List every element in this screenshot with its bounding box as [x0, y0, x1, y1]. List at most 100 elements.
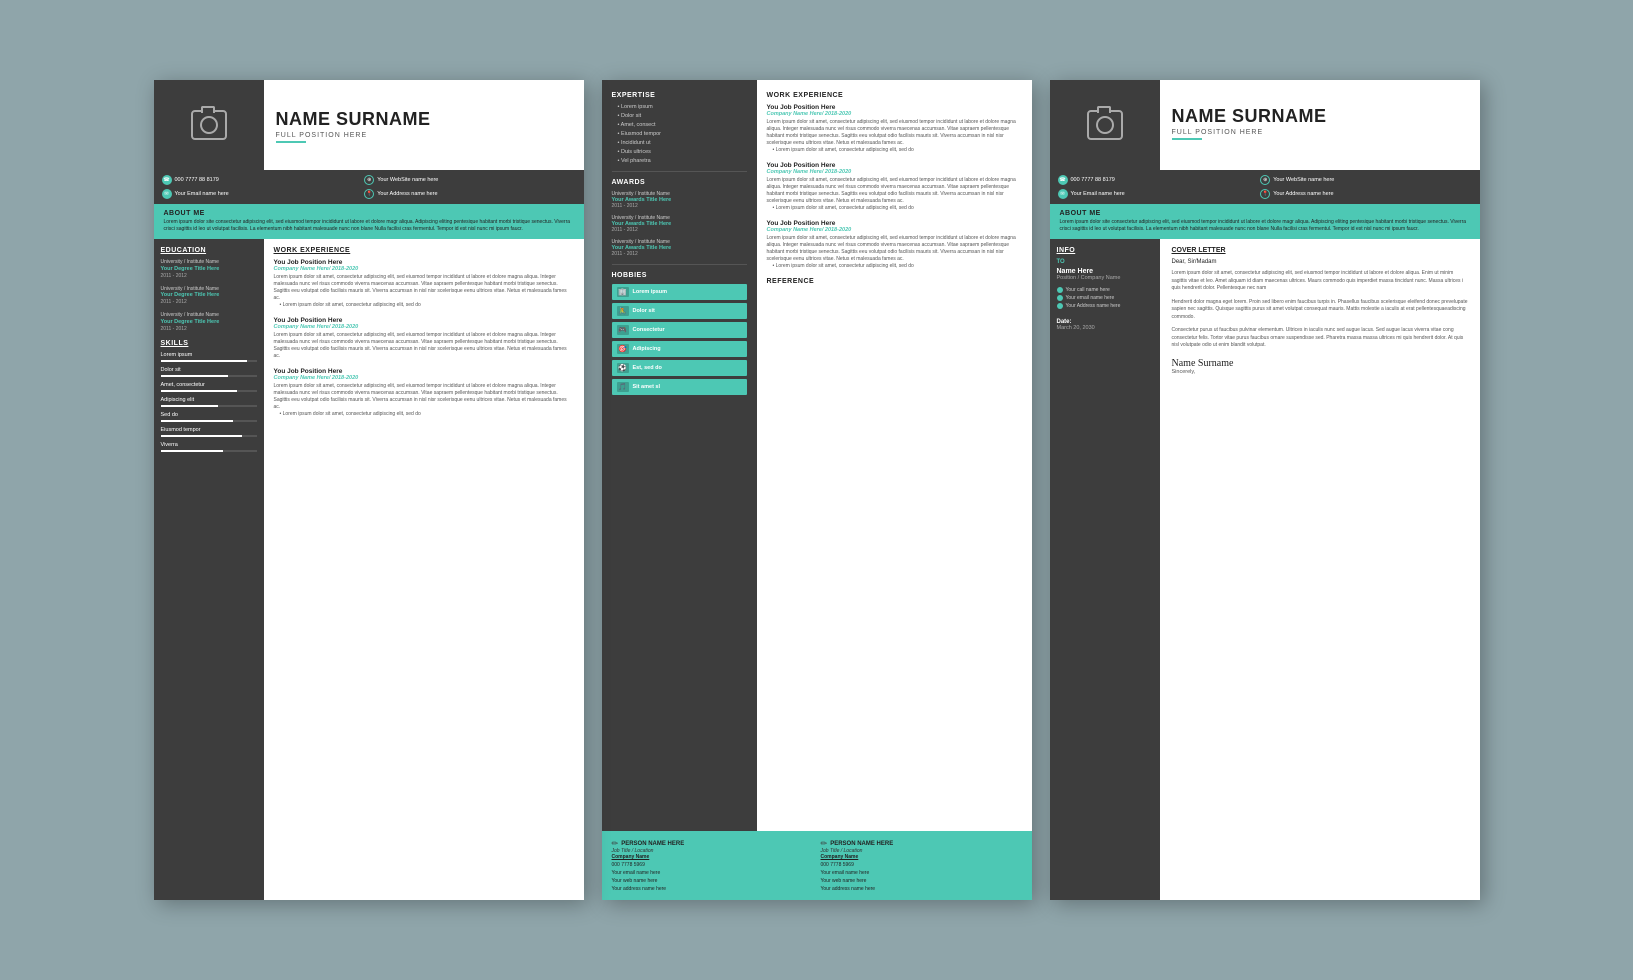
skill-bar-fill — [161, 435, 243, 437]
edu-year-1: 2011 - 2012 — [161, 273, 257, 279]
edu-degree-1: Your Degree Title Here — [161, 266, 257, 273]
skill-bar-fill — [161, 450, 223, 452]
cover-contact-email: ✉ Your Email name here — [1058, 189, 1257, 199]
cv-work-job-title: You Job Position Here — [767, 220, 1022, 227]
ref-name-2: PERSON NAME HERE — [830, 841, 893, 847]
expertise-item: Amet, consect — [612, 122, 747, 128]
work-company: Company Name Here/ 2018-2020 — [274, 266, 574, 272]
work-item: You Job Position Here Company Name Here/… — [274, 317, 574, 360]
expertise-item: Dolor sit — [612, 113, 747, 119]
work-job-title: You Job Position Here — [274, 317, 574, 324]
to-phone: Your call name here — [1057, 287, 1153, 293]
work-desc: Lorem ipsum dolor sit amet, consectetur … — [274, 332, 574, 360]
skill-bar-fill — [161, 405, 219, 407]
hobby-icon: ⚽ — [617, 363, 629, 373]
cv-work-bullet: Lorem ipsum dolor sit amet, consectetur … — [767, 147, 1022, 154]
email-icon: ✉ — [162, 189, 172, 199]
skill-name: Dolor sit — [161, 367, 257, 373]
cover-para-2: Hendrerit dolor magna eget lorem. Proin … — [1172, 299, 1468, 322]
skill-item: Adipiscing elit — [161, 397, 257, 407]
cv-work-job-title: You Job Position Here — [767, 162, 1022, 169]
cover-about-title: ABOUT ME — [1060, 210, 1470, 217]
skill-name: Lorem ipsum — [161, 352, 257, 358]
hobby-item: 🎮 Consectetur — [612, 322, 747, 338]
sign-close: Sincerely, — [1172, 369, 1468, 375]
skill-bar-fill — [161, 390, 238, 392]
hobby-icon: 🎮 — [617, 325, 629, 335]
contact-email: ✉ Your Email name here — [162, 189, 361, 199]
sign-name: Name Surname — [1172, 358, 1468, 369]
skill-item: Sed do — [161, 412, 257, 422]
about-title: ABOUT ME — [164, 210, 574, 217]
cv-work-desc: Lorem ipsum dolor sit amet, consectetur … — [767, 177, 1022, 205]
hobby-text: Adipiscing — [633, 346, 661, 352]
cover-contact-address: 📍 Your Address name here — [1260, 189, 1459, 199]
teal-divider — [276, 141, 306, 143]
main-canvas: NAME SURNAME FULL POSITION HERE ☎ 000 77… — [0, 0, 1633, 980]
cover-right-col: COVER LETTER Dear, Sir/Madam Lorem ipsum… — [1160, 239, 1480, 900]
globe-icon: ⊕ — [364, 175, 374, 185]
award-item: University / Institute Name Your Awards … — [612, 191, 747, 209]
expertise-item: Vel pharetra — [612, 158, 747, 164]
hobby-item: 🚴 Dolor sit — [612, 303, 747, 319]
cover-header: NAME SURNAME FULL POSITION HERE — [1050, 80, 1480, 170]
ref-addr-1: Your address name here — [612, 886, 813, 892]
ref-email-2: Your email name here — [821, 870, 1022, 876]
right-column: WORK EXPERIENCE You Job Position Here Co… — [264, 239, 584, 900]
award-item: University / Institute Name Your Awards … — [612, 239, 747, 257]
work-list: You Job Position Here Company Name Here/… — [274, 259, 574, 418]
skills-title: SKILLS — [161, 340, 257, 347]
cv-work-company: Company Name Here/ 2018-2020 — [767, 227, 1022, 233]
cover-camera-icon — [1087, 110, 1123, 140]
award-year: 2011 - 2012 — [612, 203, 747, 209]
cover-card: NAME SURNAME FULL POSITION HERE ☎ 000 77… — [1050, 80, 1480, 900]
to-email: Your email name here — [1057, 295, 1153, 301]
ref-phone-2: 000 7778 5969 — [821, 862, 1022, 868]
award-year: 2011 - 2012 — [612, 227, 747, 233]
contact-phone: ☎ 000 7777 88 8179 — [162, 175, 361, 185]
hobbies-title: HOBBIES — [612, 272, 747, 279]
skill-item: Eiusmod tempor — [161, 427, 257, 437]
work-bullet: Lorem ipsum dolor sit amet, consectetur … — [274, 411, 574, 418]
cv-work-item: You Job Position Here Company Name Here/… — [767, 220, 1022, 270]
hobby-icon: 🏢 — [617, 287, 629, 297]
edu-item-2: University / Institute Name Your Degree … — [161, 286, 257, 306]
reference-section: ✏ PERSON NAME HERE Job Title / Location … — [602, 831, 1032, 900]
hobby-text: Est, sed do — [633, 365, 662, 371]
email-dot — [1057, 295, 1063, 301]
edu-year-2: 2011 - 2012 — [161, 299, 257, 305]
expertise-item: Eiusmod tempor — [612, 131, 747, 137]
cover-contact-bar: ☎ 000 7777 88 8179 ⊕ Your WebSite name h… — [1050, 170, 1480, 204]
work-title: WORK EXPERIENCE — [274, 247, 574, 254]
edu-degree-3: Your Degree Title Here — [161, 319, 257, 326]
hobby-icon: 🎵 — [617, 382, 629, 392]
cv-work-bullet: Lorem ipsum dolor sit amet, consectetur … — [767, 205, 1022, 212]
skill-name: Viverra — [161, 442, 257, 448]
skill-item: Amet, consectetur — [161, 382, 257, 392]
about-text: Lorem ipsum dolor site consectetur adipi… — [164, 219, 574, 233]
cover-para-3: Consectetur purus ut faucibus pulvinar e… — [1172, 327, 1468, 350]
ref-company-2: Company Name — [821, 854, 1022, 860]
cover-letter-title: COVER LETTER — [1172, 247, 1468, 254]
cv-work-item: You Job Position Here Company Name Here/… — [767, 162, 1022, 212]
work-desc: Lorem ipsum dolor sit amet, consectetur … — [274, 274, 574, 302]
hobby-text: Consectetur — [633, 327, 665, 333]
awards-list: University / Institute Name Your Awards … — [612, 191, 747, 257]
resume-card: NAME SURNAME FULL POSITION HERE ☎ 000 77… — [154, 80, 584, 900]
hobby-icon: 🚴 — [617, 306, 629, 316]
work-desc: Lorem ipsum dolor sit amet, consectetur … — [274, 383, 574, 411]
cover-name: NAME SURNAME — [1172, 107, 1468, 127]
hobby-icon: 🎯 — [617, 344, 629, 354]
cover-about-section: ABOUT ME Lorem ipsum dolor site consecte… — [1050, 204, 1480, 239]
cover-about-text: Lorem ipsum dolor site consectetur adipi… — [1060, 219, 1470, 233]
to-name: Name Here — [1057, 268, 1153, 275]
skills-section: SKILLS Lorem ipsum Dolor sit Amet, conse… — [161, 340, 257, 452]
ref-addr-2: Your address name here — [821, 886, 1022, 892]
edu-item-1: University / Institute Name Your Degree … — [161, 259, 257, 279]
contact-website: ⊕ Your WebSite name here — [364, 175, 563, 185]
edu-year-3: 2011 - 2012 — [161, 326, 257, 332]
resume-name: NAME SURNAME — [276, 110, 572, 130]
work-job-title: You Job Position Here — [274, 368, 574, 375]
work-company: Company Name Here/ 2018-2020 — [274, 324, 574, 330]
hobby-item: 🎯 Adipiscing — [612, 341, 747, 357]
